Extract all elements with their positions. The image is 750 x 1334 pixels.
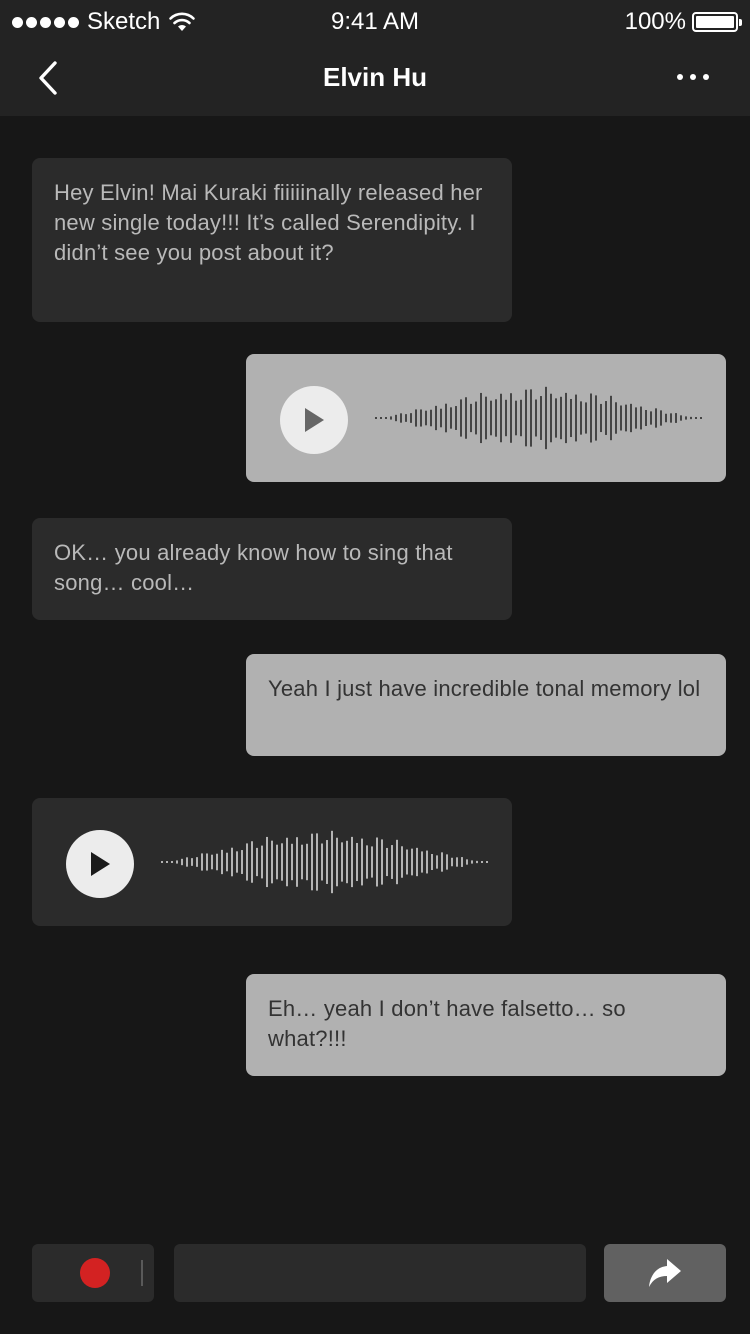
play-button[interactable] (280, 386, 348, 454)
message-text: Yeah I just have incredible tonal memory… (268, 676, 701, 701)
message-text: Hey Elvin! Mai Kuraki fiiiiinally releas… (54, 180, 483, 265)
voice-message-outgoing[interactable] (246, 354, 726, 482)
divider (141, 1260, 143, 1286)
message-bubble-outgoing[interactable]: Eh… yeah I don’t have falsetto… so what?… (246, 974, 726, 1076)
waveform-icon (375, 386, 702, 450)
message-bubble-incoming[interactable]: OK… you already know how to sing that so… (32, 518, 512, 620)
status-bar: Sketch 9:41 AM 100% (0, 0, 750, 44)
play-icon (91, 852, 110, 876)
play-icon (305, 408, 324, 432)
record-button[interactable] (32, 1244, 154, 1302)
conversation-title: Elvin Hu (322, 62, 427, 92)
voice-message-incoming[interactable] (32, 798, 512, 926)
message-bubble-outgoing[interactable]: Yeah I just have incredible tonal memory… (246, 654, 726, 756)
more-options-button[interactable] (670, 62, 716, 92)
battery-icon (692, 12, 742, 32)
waveform-icon (161, 830, 488, 894)
more-dots-icon (677, 74, 683, 80)
status-bar-right: 100% (624, 8, 742, 36)
message-bubble-incoming[interactable]: Hey Elvin! Mai Kuraki fiiiiinally releas… (32, 158, 512, 322)
play-button[interactable] (66, 830, 134, 898)
message-input[interactable] (174, 1244, 586, 1302)
record-icon (80, 1258, 110, 1288)
send-button[interactable] (604, 1244, 726, 1302)
battery-percentage: 100% (624, 8, 686, 35)
send-arrow-icon (649, 1259, 681, 1287)
message-text: Eh… yeah I don’t have falsetto… so what?… (268, 996, 626, 1051)
nav-bar: Elvin Hu (0, 44, 750, 116)
composer-bar (0, 1244, 750, 1302)
message-text: OK… you already know how to sing that so… (54, 540, 453, 595)
